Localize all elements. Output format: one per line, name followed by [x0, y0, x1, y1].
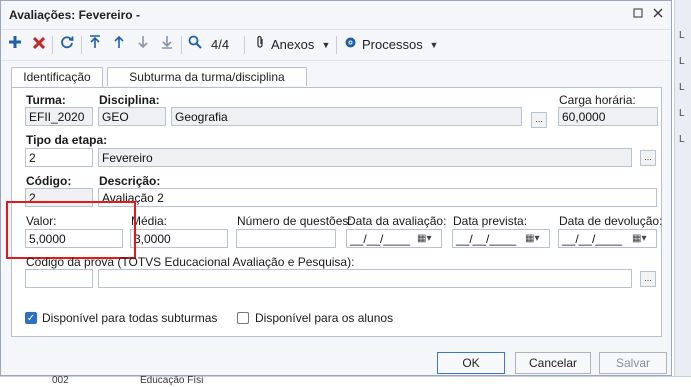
background-grid-bottom: 002 Educação Físi [0, 375, 691, 387]
data-devolucao-label: Data de devolução: [559, 214, 663, 228]
data-avaliacao-field[interactable]: __/__/____ ▦▾ [346, 229, 442, 248]
chevron-down-icon[interactable]: ▼ [320, 35, 332, 55]
bg-cell: Educação Físi [140, 375, 204, 386]
background-grid-edge: L L L L L [674, 0, 691, 386]
data-devolucao-field[interactable]: __/__/____ ▦▾ [558, 229, 657, 248]
checkbox-subturmas-label: Disponível para todas subturmas [42, 311, 218, 325]
processes-menu[interactable]: Processos [362, 37, 423, 52]
carga-field[interactable]: 60,0000 [558, 107, 658, 126]
media-label: Média: [131, 214, 168, 228]
first-record-icon[interactable] [87, 35, 103, 55]
turma-field[interactable]: EFII_2020 [25, 107, 93, 126]
tipo-etapa-name-field[interactable]: Fevereiro [98, 148, 632, 167]
restore-icon[interactable] [631, 7, 645, 21]
record-counter: 4/4 [211, 37, 230, 52]
title-bar: Avaliações: Fevereiro - [1, 1, 671, 30]
delete-icon[interactable] [31, 35, 47, 55]
search-icon[interactable] [187, 35, 203, 55]
toolbar-separator [81, 36, 82, 54]
refresh-icon[interactable] [59, 35, 75, 55]
bg-letter: L [679, 134, 685, 145]
checkbox-subturmas[interactable]: ✓ [25, 312, 37, 324]
disciplina-label: Disciplina: [99, 93, 160, 107]
descricao-label: Descrição: [99, 174, 161, 188]
bg-letter: L [679, 108, 685, 119]
disciplina-lookup-button[interactable]: ... [531, 112, 547, 128]
close-icon[interactable] [651, 7, 665, 21]
tipo-etapa-label: Tipo da etapa: [26, 133, 108, 147]
turma-label: Turma: [26, 93, 66, 107]
evaluation-dialog: Avaliações: Fevereiro - 4/4 Anexos ▼ Pro… [0, 0, 672, 376]
codigo-prova-desc-field[interactable] [98, 269, 632, 288]
toolbar: 4/4 Anexos ▼ Processos ▼ [1, 30, 671, 61]
tab-subturma[interactable]: Subturma da turma/disciplina [107, 67, 307, 86]
bg-letter: L [679, 30, 685, 41]
paperclip-icon[interactable] [253, 35, 267, 55]
data-avaliacao-value: __/__/____ [350, 232, 411, 246]
tab-identificacao[interactable]: Identificação [11, 67, 103, 88]
codigo-prova-field[interactable] [25, 269, 93, 288]
checkbox-alunos-label: Disponível para os alunos [255, 311, 394, 325]
codigo-prova-label: Código da prova (TOTVS Educacional Avali… [26, 255, 355, 269]
data-prevista-value: __/__/____ [456, 232, 517, 246]
gear-icon[interactable] [343, 35, 357, 55]
carga-label: Carga horária: [559, 93, 636, 107]
disciplina-code-field[interactable]: GEO [98, 107, 166, 126]
codigo-prova-lookup-button[interactable]: ... [640, 271, 656, 287]
data-avaliacao-label: Data da avaliação: [347, 214, 447, 228]
data-devolucao-value: __/__/____ [562, 232, 623, 246]
previous-record-icon[interactable] [111, 35, 127, 55]
calendar-dropdown-icon[interactable]: ▦▾ [632, 230, 654, 247]
toolbar-separator [336, 36, 337, 54]
toolbar-separator [52, 36, 53, 54]
toolbar-separator [244, 36, 245, 54]
add-icon[interactable] [7, 35, 23, 55]
next-record-icon[interactable] [135, 35, 151, 55]
ok-button[interactable]: OK [437, 352, 505, 374]
tipo-etapa-code-field[interactable]: 2 [25, 148, 93, 167]
numero-questoes-field[interactable] [236, 229, 336, 248]
descricao-field[interactable]: Avaliação 2 [98, 188, 657, 207]
disciplina-name-field[interactable]: Geografia [171, 107, 522, 126]
calendar-dropdown-icon[interactable]: ▦▾ [525, 230, 547, 247]
window-title: Avaliações: Fevereiro - [9, 8, 140, 22]
bg-letter: L [679, 82, 685, 93]
calendar-dropdown-icon[interactable]: ▦▾ [417, 230, 439, 247]
cancel-button[interactable]: Cancelar [515, 352, 591, 374]
data-prevista-field[interactable]: __/__/____ ▦▾ [452, 229, 550, 248]
bg-cell: 002 [52, 375, 69, 386]
checkbox-alunos[interactable] [237, 312, 249, 324]
toolbar-separator [181, 36, 182, 54]
tipo-etapa-lookup-button[interactable]: ... [640, 150, 656, 166]
attachments-menu[interactable]: Anexos [271, 37, 314, 52]
highlight-box [6, 201, 136, 259]
media-field[interactable]: 3,0000 [130, 229, 228, 248]
chevron-down-icon[interactable]: ▼ [428, 35, 440, 55]
bg-letter: L [679, 56, 685, 67]
save-button[interactable]: Salvar [599, 352, 667, 374]
data-prevista-label: Data prevista: [453, 214, 528, 228]
numero-questoes-label: Número de questões: [237, 214, 352, 228]
last-record-icon[interactable] [159, 35, 175, 55]
codigo-label: Código: [26, 174, 72, 188]
